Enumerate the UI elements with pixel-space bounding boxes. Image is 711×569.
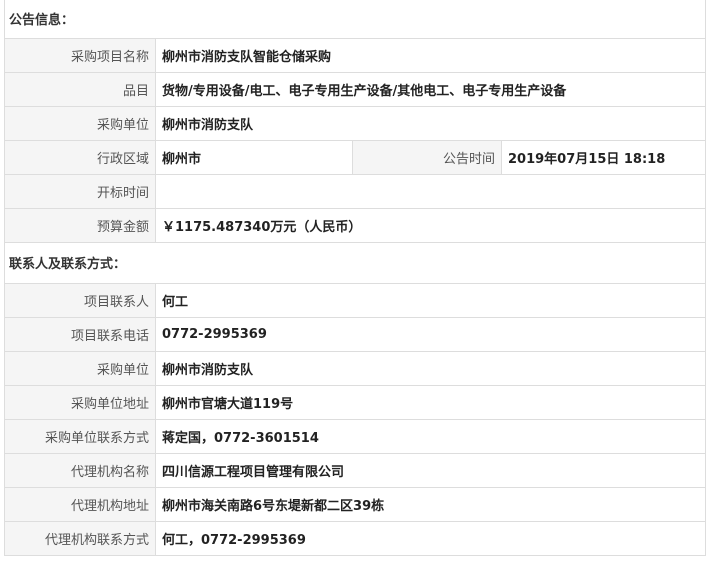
table-row: 代理机构联系方式 何工，0772-2995369 xyxy=(4,520,707,556)
budget-value: ￥1175.487340万元（人民币） xyxy=(154,207,707,243)
table-row: 采购单位地址 柳州市官塘大道119号 xyxy=(4,384,707,420)
table-row: 代理机构地址 柳州市海关南路6号东堤新都二区39栋 xyxy=(4,486,707,522)
purchaser-unit-value: 柳州市消防支队 xyxy=(154,350,707,386)
contact-person-value: 何工 xyxy=(154,282,707,318)
agency-address-value: 柳州市海关南路6号东堤新都二区39栋 xyxy=(154,486,707,522)
purchaser-contact-value: 蒋定国，0772-3601514 xyxy=(154,418,707,454)
field-label: 代理机构联系方式 xyxy=(4,520,156,556)
table-row: 品目 货物/专用设备/电工、电子专用生产设备/其他电工、电子专用生产设备 xyxy=(4,71,707,107)
contact-section-row: 联系人及联系方式： xyxy=(3,241,707,284)
publish-time-value: 2019年07月15日 18:18 xyxy=(500,139,707,175)
field-label: 代理机构名称 xyxy=(4,452,156,488)
table-row: 采购项目名称 柳州市消防支队智能仓储采购 xyxy=(4,37,707,73)
agency-contact-value: 何工，0772-2995369 xyxy=(154,520,707,556)
category-value: 货物/专用设备/电工、电子专用生产设备/其他电工、电子专用生产设备 xyxy=(154,71,707,107)
table-row: 采购单位 柳州市消防支队 xyxy=(4,105,707,141)
field-label: 采购项目名称 xyxy=(4,37,156,73)
table-row: 行政区域 柳州市 公告时间 2019年07月15日 18:18 xyxy=(4,139,707,175)
field-label: 项目联系电话 xyxy=(4,316,156,352)
table-row: 项目联系电话 0772-2995369 xyxy=(4,316,707,352)
announcement-table: 公告信息： 采购项目名称 柳州市消防支队智能仓储采购 品目 货物/专用设备/电工… xyxy=(3,0,707,556)
field-label: 代理机构地址 xyxy=(4,486,156,522)
table-row: 开标时间 xyxy=(4,173,707,209)
agency-name-value: 四川信源工程项目管理有限公司 xyxy=(154,452,707,488)
purchaser-value: 柳州市消防支队 xyxy=(154,105,707,141)
table-row: 采购单位 柳州市消防支队 xyxy=(4,350,707,386)
bid-opening-time-value xyxy=(154,173,707,209)
field-label: 公告时间 xyxy=(352,139,502,175)
region-value: 柳州市 xyxy=(155,139,353,175)
field-label: 采购单位 xyxy=(4,105,156,141)
field-label: 品目 xyxy=(4,71,156,107)
field-label: 采购单位 xyxy=(4,350,156,386)
announcement-page: 公告信息： 采购项目名称 柳州市消防支队智能仓储采购 品目 货物/专用设备/电工… xyxy=(0,0,711,569)
table-row: 项目联系人 何工 xyxy=(4,282,707,318)
project-name-value: 柳州市消防支队智能仓储采购 xyxy=(154,37,707,73)
field-label: 行政区域 xyxy=(4,139,156,175)
field-label: 预算金额 xyxy=(4,207,156,243)
notice-section-row: 公告信息： xyxy=(3,0,707,39)
contact-phone-value: 0772-2995369 xyxy=(154,316,707,352)
purchaser-address-value: 柳州市官塘大道119号 xyxy=(154,384,707,420)
field-label: 开标时间 xyxy=(4,173,156,209)
table-row: 代理机构名称 四川信源工程项目管理有限公司 xyxy=(4,452,707,488)
field-label: 采购单位联系方式 xyxy=(4,418,156,454)
field-label: 项目联系人 xyxy=(4,282,156,318)
table-row: 采购单位联系方式 蒋定国，0772-3601514 xyxy=(4,418,707,454)
table-row: 预算金额 ￥1175.487340万元（人民币） xyxy=(4,207,707,243)
field-label: 采购单位地址 xyxy=(4,384,156,420)
contact-section-title: 联系人及联系方式： xyxy=(3,241,707,284)
notice-section-title: 公告信息： xyxy=(3,0,707,39)
